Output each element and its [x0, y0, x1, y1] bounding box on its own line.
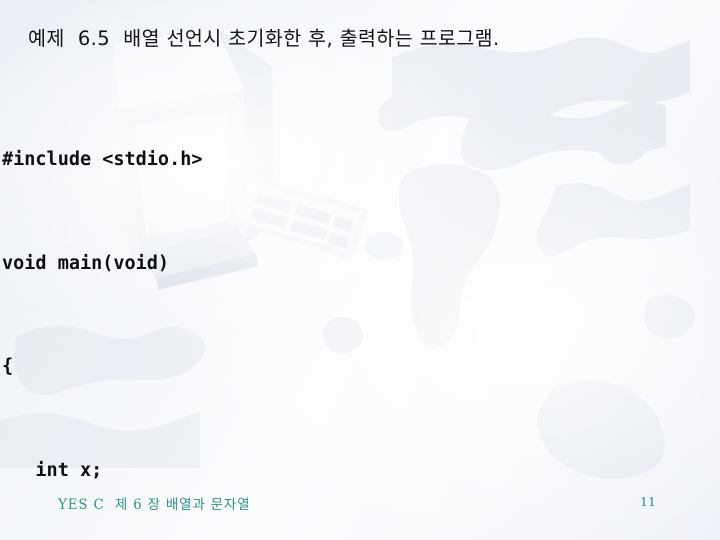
- presentation-slide: 예제 6.5 배열 선언시 초기화한 후, 출력하는 프로그램. #includ…: [0, 0, 720, 540]
- code-line: int x;: [2, 459, 103, 481]
- slide-title: 예제 6.5 배열 선언시 초기화한 후, 출력하는 프로그램.: [28, 27, 500, 50]
- page-number: 11: [640, 494, 656, 509]
- code-line: #include <stdio.h>: [2, 149, 203, 170]
- code-line: void main(void): [2, 252, 170, 274]
- code-line: {: [2, 356, 14, 377]
- code-block: #include <stdio.h> void main(void) { int…: [2, 74, 718, 540]
- footer-label: YES C 제 6 장 배열과 문자열: [58, 497, 251, 513]
- slide-content: 예제 6.5 배열 선언시 초기화한 후, 출력하는 프로그램. #includ…: [0, 0, 720, 540]
